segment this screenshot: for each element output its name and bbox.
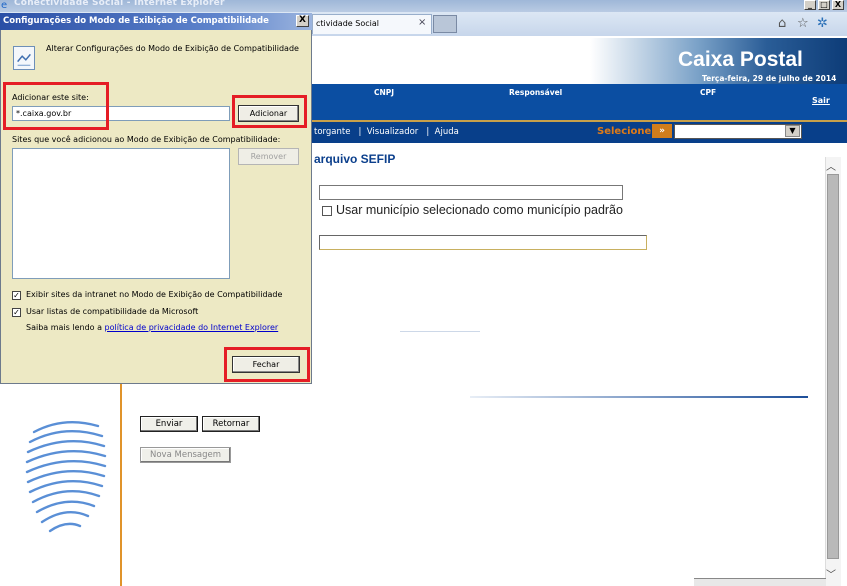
maximize-button[interactable]: □ bbox=[818, 0, 830, 10]
highlight-box bbox=[3, 82, 109, 130]
intranet-label: Exibir sites da intranet no Modo de Exib… bbox=[26, 290, 283, 299]
favorites-star-icon[interactable]: ☆ bbox=[797, 16, 809, 31]
send-button[interactable]: Enviar bbox=[140, 416, 198, 432]
tools-gear-icon[interactable]: ✲ bbox=[817, 16, 828, 31]
site-list-label: Sites que você adicionou ao Modo de Exib… bbox=[12, 135, 281, 144]
highlight-box bbox=[232, 95, 307, 128]
ie-logo-icon: e bbox=[1, 0, 8, 11]
scrollbar-thumb[interactable] bbox=[827, 174, 839, 559]
new-message-button[interactable]: Nova Mensagem bbox=[140, 447, 231, 463]
intranet-checkbox[interactable]: ✓ bbox=[12, 291, 21, 300]
select-label: Selecione bbox=[597, 126, 652, 137]
dialog-heading: Alterar Configurações do Modo de Exibiçã… bbox=[46, 44, 299, 53]
tab-label: ctividade Social bbox=[316, 19, 379, 28]
browser-title: Conectividade Social - Internet Explorer bbox=[14, 0, 225, 8]
double-arrow-icon: » bbox=[652, 124, 672, 138]
page-title: arquivo SEFIP bbox=[314, 152, 396, 166]
new-tab-button[interactable] bbox=[433, 15, 457, 33]
logout-link[interactable]: Sair bbox=[812, 96, 830, 105]
header-date: Terça-feira, 29 de julho de 2014 bbox=[702, 74, 837, 83]
compat-view-icon bbox=[13, 46, 35, 70]
close-window-button[interactable]: X bbox=[832, 0, 844, 10]
ms-lists-label: Usar listas de compatibilidade da Micros… bbox=[26, 307, 199, 316]
chevron-down-icon[interactable]: ▼ bbox=[785, 125, 800, 137]
privacy-link[interactable]: política de privacidade do Internet Expl… bbox=[105, 323, 279, 332]
nav-links[interactable]: torgante | Visualizador | Ajuda bbox=[314, 127, 459, 137]
bottom-toggle[interactable] bbox=[694, 578, 826, 586]
left-border-line bbox=[120, 384, 122, 586]
home-icon[interactable]: ⌂ bbox=[778, 16, 786, 31]
file-input[interactable] bbox=[319, 235, 647, 250]
minimize-button[interactable]: _ bbox=[804, 0, 816, 10]
fingerprint-logo bbox=[25, 421, 107, 533]
scroll-down-icon[interactable]: ﹀ bbox=[826, 566, 836, 581]
back-button[interactable]: Retornar bbox=[202, 416, 260, 432]
scroll-up-icon[interactable]: ︿ bbox=[826, 158, 836, 173]
divider bbox=[470, 396, 808, 398]
remove-button[interactable]: Remover bbox=[238, 148, 299, 165]
divider bbox=[400, 331, 480, 332]
cpf-label: CPF bbox=[700, 88, 717, 97]
cnpj-label: CNPJ bbox=[374, 88, 395, 97]
privacy-prefix: Saiba mais lendo a bbox=[26, 323, 105, 332]
default-municipality-label: Usar município selecionado como municípi… bbox=[336, 203, 623, 217]
default-municipality-checkbox[interactable] bbox=[322, 206, 332, 216]
highlight-box bbox=[224, 347, 310, 382]
site-list[interactable] bbox=[12, 148, 230, 279]
privacy-text: Saiba mais lendo a política de privacida… bbox=[26, 323, 278, 332]
tab-close-icon[interactable]: × bbox=[418, 17, 426, 28]
municipality-input[interactable] bbox=[319, 185, 623, 200]
brand-title: Caixa Postal bbox=[678, 48, 803, 71]
dialog-title: Configurações do Modo de Exibição de Com… bbox=[3, 16, 269, 26]
ms-lists-checkbox[interactable]: ✓ bbox=[12, 308, 21, 317]
nav-select[interactable] bbox=[674, 124, 802, 139]
dialog-close-button[interactable]: X bbox=[296, 15, 309, 27]
responsavel-label: Responsável bbox=[509, 88, 563, 97]
